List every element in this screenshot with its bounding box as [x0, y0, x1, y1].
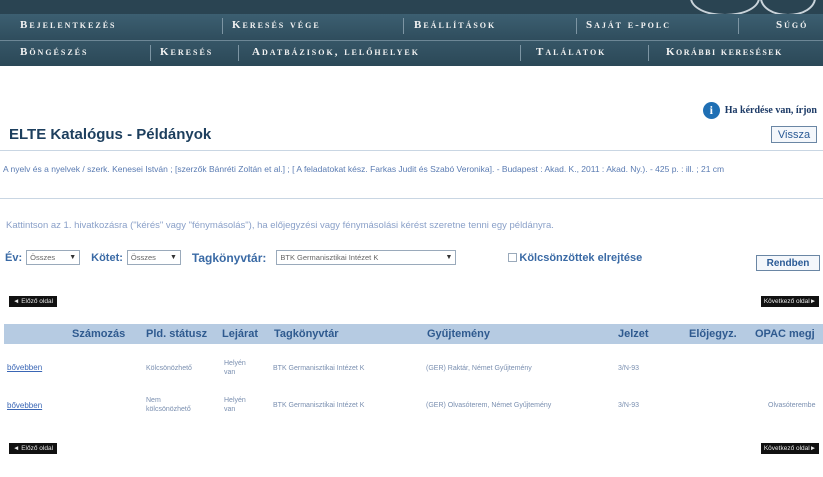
- next-page-button[interactable]: Következő oldal►: [761, 443, 819, 454]
- page-title: ELTE Katalógus - Példányok: [9, 126, 212, 143]
- nav-divider: [150, 45, 151, 61]
- column-header-status: Pld. státusz: [146, 328, 208, 340]
- back-button[interactable]: Vissza: [771, 126, 817, 143]
- item-status: Kölcsönözhető: [146, 365, 192, 372]
- volume-select-value: Összes: [130, 253, 156, 262]
- library-name: BTK Germanisztikai Intézet K: [273, 365, 365, 372]
- volume-select[interactable]: Összes ▼: [126, 250, 181, 265]
- volume-label: Kötet:: [91, 251, 123, 264]
- collection-name: (GER) Olvasóterem, Német Gyűjtemény: [426, 402, 552, 409]
- call-number: 3/N-93: [618, 365, 640, 372]
- help-info-text[interactable]: Ha kérdése van, írjon: [725, 105, 817, 116]
- nav-my-shelf[interactable]: Saját e-polc: [586, 19, 671, 31]
- divider: [0, 198, 823, 199]
- instruction-text: Kattintson az 1. hivatkozásra ("kérés" v…: [6, 220, 554, 231]
- chevron-down-icon: ▼: [169, 254, 177, 261]
- hide-loaned-checkbox[interactable]: [508, 253, 518, 262]
- next-page-button[interactable]: Következő oldal►: [761, 296, 819, 307]
- column-header-call-number: Jelzet: [618, 328, 649, 340]
- library-select-value: BTK Germanisztikai Intézet K: [280, 253, 379, 262]
- library-select[interactable]: BTK Germanisztikai Intézet K ▼: [276, 250, 457, 265]
- nav-divider: [238, 45, 239, 61]
- nav-search[interactable]: Keresés: [160, 46, 213, 58]
- nav-login[interactable]: Bejelentkezés: [20, 19, 116, 31]
- nav-results[interactable]: Találatok: [536, 46, 606, 58]
- nav-divider: [738, 18, 739, 34]
- nav-divider: [520, 45, 521, 61]
- ok-button[interactable]: Rendben: [756, 255, 820, 271]
- year-select-value: Összes: [30, 253, 56, 262]
- nav-divider: [576, 18, 577, 34]
- nav-divider: [222, 18, 223, 34]
- due-date-line1: Helyén: [224, 397, 246, 404]
- nav-divider: [648, 45, 649, 61]
- table-header: Számozás Pld. státusz Lejárat Tagkönyvtá…: [4, 324, 823, 344]
- nav-help[interactable]: Súgó: [776, 19, 808, 31]
- nav-browse[interactable]: Böngészés: [20, 46, 88, 58]
- help-info-line[interactable]: i Ha kérdése van, írjon: [702, 102, 817, 119]
- more-details-link[interactable]: bővebben: [7, 401, 42, 410]
- column-header-library: Tagkönyvtár: [274, 328, 339, 340]
- filter-bar: Év: Összes ▼ Kötet: Összes ▼ Tagkönyvtár…: [5, 250, 642, 265]
- library-label: Tagkönyvtár:: [191, 250, 267, 265]
- item-status-line1: Nem: [146, 397, 161, 404]
- library-name: BTK Germanisztikai Intézet K: [273, 402, 365, 409]
- column-header-opac-note: OPAC megj: [755, 328, 815, 340]
- nav-end-search[interactable]: Keresés vége: [232, 19, 321, 31]
- nav-row-1: Bejelentkezés Keresés vége Beállítások S…: [0, 14, 823, 40]
- top-navigation: Bejelentkezés Keresés vége Beállítások S…: [0, 0, 823, 66]
- previous-page-button[interactable]: ◄ Előző oldal: [9, 296, 57, 307]
- more-details-link[interactable]: bővebben: [7, 363, 42, 372]
- hide-loaned-label: Kölcsönzöttek elrejtése: [519, 251, 643, 264]
- opac-note: Olvasóterembe: [768, 402, 816, 409]
- bibliographic-citation: A nyelv és a nyelvek / szerk. Kenesei Is…: [3, 164, 725, 174]
- column-header-collection: Gyűjtemény: [427, 328, 490, 340]
- column-header-numbering: Számozás: [72, 328, 126, 340]
- nav-divider: [403, 18, 404, 34]
- year-label: Év:: [5, 251, 23, 264]
- info-icon: i: [702, 102, 720, 119]
- nav-settings[interactable]: Beállítások: [414, 19, 496, 31]
- chevron-down-icon: ▼: [445, 254, 453, 261]
- divider: [0, 150, 823, 151]
- nav-databases[interactable]: Adatbázisok, lelőhelyek: [252, 46, 420, 58]
- year-select[interactable]: Összes ▼: [26, 250, 81, 265]
- nav-previous-searches[interactable]: Korábbi keresések: [666, 46, 783, 58]
- collection-name: (GER) Raktár, Német Gyűjtemény: [426, 365, 532, 372]
- call-number: 3/N-93: [618, 402, 640, 409]
- column-header-due-date: Lejárat: [222, 328, 259, 340]
- column-header-reservation: Előjegyz.: [689, 328, 737, 340]
- chevron-down-icon: ▼: [69, 254, 77, 261]
- due-date-line1: Helyén: [224, 360, 246, 367]
- previous-page-button[interactable]: ◄ Előző oldal: [9, 443, 57, 454]
- nav-row-2: Böngészés Keresés Adatbázisok, lelőhelye…: [0, 40, 823, 66]
- hide-loaned-option[interactable]: Kölcsönzöttek elrejtése: [508, 252, 642, 264]
- item-status-line2: kölcsönözhető: [146, 406, 191, 413]
- due-date-line2: van: [224, 369, 236, 376]
- due-date-line2: van: [224, 406, 236, 413]
